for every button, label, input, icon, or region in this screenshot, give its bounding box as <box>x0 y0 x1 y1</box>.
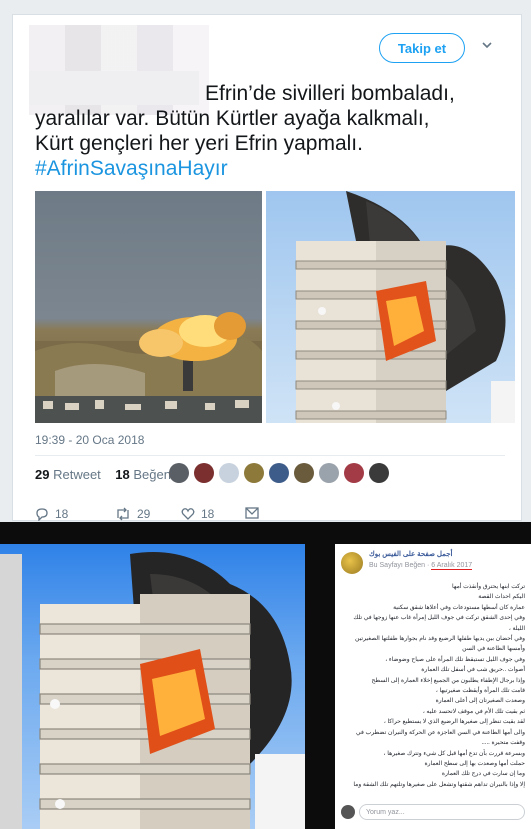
avatar <box>341 805 355 819</box>
post-subline: Bu Sayfayı Beğen · 6 Aralık 2017 <box>369 562 473 570</box>
fb-post-header: أجمل صفحة على الفيس بوك Bu Sayfayı Beğen… <box>341 550 527 580</box>
tweet-timestamp[interactable]: 19:39 - 20 Oca 2018 <box>35 433 144 447</box>
post-body-line: وفي جوف الليل تستيقظ تلك المرأة على صياح… <box>385 656 525 663</box>
post-body-line: عمارة كان أسطها مستودعات وفي أعلاها شقق … <box>393 604 525 611</box>
avatar[interactable] <box>344 463 364 483</box>
reply-action[interactable]: 18 <box>35 507 68 521</box>
follow-button[interactable]: Takip et <box>379 33 465 63</box>
tweet-stats: 29 Retweet 18 Beğeni <box>35 467 174 482</box>
envelope-icon <box>245 507 259 519</box>
post-body-line: وصعدت الصغيرتان إلى أعلى العمارة <box>435 698 525 705</box>
like-action[interactable]: 18 <box>181 507 214 521</box>
avatar[interactable] <box>194 463 214 483</box>
facebook-post: أجمل صفحة على الفيس بوك Bu Sayfayı Beğen… <box>335 544 531 829</box>
avatar[interactable] <box>244 463 264 483</box>
avatar[interactable] <box>169 463 189 483</box>
page-avatar[interactable] <box>341 552 363 574</box>
avatar[interactable] <box>319 463 339 483</box>
reply-icon <box>36 508 48 521</box>
comment-bar: Yorum yaz... <box>341 802 525 822</box>
post-body-line: ثم بقيت تلك الأم في موقف لاتحسد عليه ، <box>422 708 525 715</box>
post-body-line: وإذا برجال الإطفاء يطلبون من الجميع إخلا… <box>371 677 526 684</box>
post-body-line: وفي إحدى الشقق تركت في جوف الليل إمرأة غ… <box>353 615 525 622</box>
post-body-line: والى أمها الطاعنة في السن العاجزة عن الح… <box>356 729 525 736</box>
post-body-line: تركت ابنها يحترق وأنقذت أمها <box>452 584 525 590</box>
comment-input[interactable]: Yorum yaz... <box>359 804 525 820</box>
tweet-card: Takip et Efrin’de sivilleri bombaladı, y… <box>12 14 522 521</box>
like-count[interactable]: 18 <box>115 467 129 482</box>
post-date[interactable]: 6 Aralık 2017 <box>431 562 473 570</box>
message-action[interactable] <box>245 507 259 519</box>
post-body-line: اليكم احداث القصة <box>478 594 525 601</box>
liker-avatars <box>169 463 389 483</box>
post-body-line: حملت أمها وصعدت بها إلى سطح العمارة <box>424 760 525 767</box>
explosion-photo[interactable] <box>35 191 262 423</box>
chevron-down-icon[interactable] <box>481 39 495 53</box>
post-body-line: وما إن سارت في درج تلك العمارة <box>441 771 525 778</box>
post-body-line: إلا وإذا بالنيران تداهم شقتها وتشعل على … <box>353 781 525 788</box>
separator-gap <box>305 544 335 829</box>
tweet-text-line-2: yaralılar var. Bütün Kürtler ayağa kalkm… <box>35 107 430 130</box>
like-action-count: 18 <box>201 507 215 521</box>
tweet-media[interactable] <box>35 191 515 423</box>
avatar[interactable] <box>294 463 314 483</box>
post-body: تركت ابنها يحترق وأنقذت أمها اليكم احداث … <box>341 582 525 790</box>
tweet-text-line-1: Efrin’de sivilleri bombaladı, <box>205 82 455 105</box>
retweet-icon <box>117 507 129 521</box>
post-body-line: وأمسها الطاعنة في السن <box>462 646 525 653</box>
post-body-line: أصوات ..حريق شب في أسفل تلك العمارة <box>421 667 525 674</box>
retweet-label[interactable]: Retweet <box>53 467 101 482</box>
hashtag-link[interactable]: #AfrinSavaşınaHayır <box>35 156 505 181</box>
post-body-line: وقفت متحيرة ..... <box>481 740 525 747</box>
heart-icon <box>181 508 195 520</box>
retweet-count[interactable]: 29 <box>35 467 49 482</box>
divider <box>35 455 505 456</box>
separator-band <box>0 522 531 544</box>
post-body-line: لقد بقيت تنظر إلى صغيرها الرضيع الذي لا … <box>383 719 525 726</box>
retweet-action[interactable]: 29 <box>115 507 150 521</box>
avatar[interactable] <box>219 463 239 483</box>
avatar[interactable] <box>369 463 389 483</box>
post-body-line: وفي أحضان بين يديها طفلها الرضيع وقد نام… <box>355 636 525 643</box>
avatar[interactable] <box>269 463 289 483</box>
tweet-text: Efrin’de sivilleri bombaladı, yaralılar … <box>35 81 505 181</box>
large-burning-building-photo[interactable] <box>0 544 305 829</box>
screenshot-composite: Takip et Efrin’de sivilleri bombaladı, y… <box>0 0 531 829</box>
tweet-panel: Takip et Efrin’de sivilleri bombaladı, y… <box>0 0 531 521</box>
post-body-line: الليلة ، <box>508 625 525 632</box>
like-label[interactable]: Beğeni <box>133 467 173 482</box>
retweet-action-count: 29 <box>137 507 151 521</box>
like-page-link[interactable]: Bu Sayfayı Beğen <box>369 562 425 569</box>
burning-building-photo[interactable] <box>266 191 515 423</box>
tweet-text-line-3: Kürt gençleri her yeri Efrin yapmalı. <box>35 132 363 155</box>
page-name[interactable]: أجمل صفحة على الفيس بوك <box>369 550 452 558</box>
post-body-line: وبسرعة قررت بأن تدع أمها قبل كل شيء وتتر… <box>383 750 525 757</box>
reply-count: 18 <box>55 507 69 521</box>
post-body-line: قامت تلك المرأة وأيقظت صغيرتيها ، <box>435 688 525 695</box>
